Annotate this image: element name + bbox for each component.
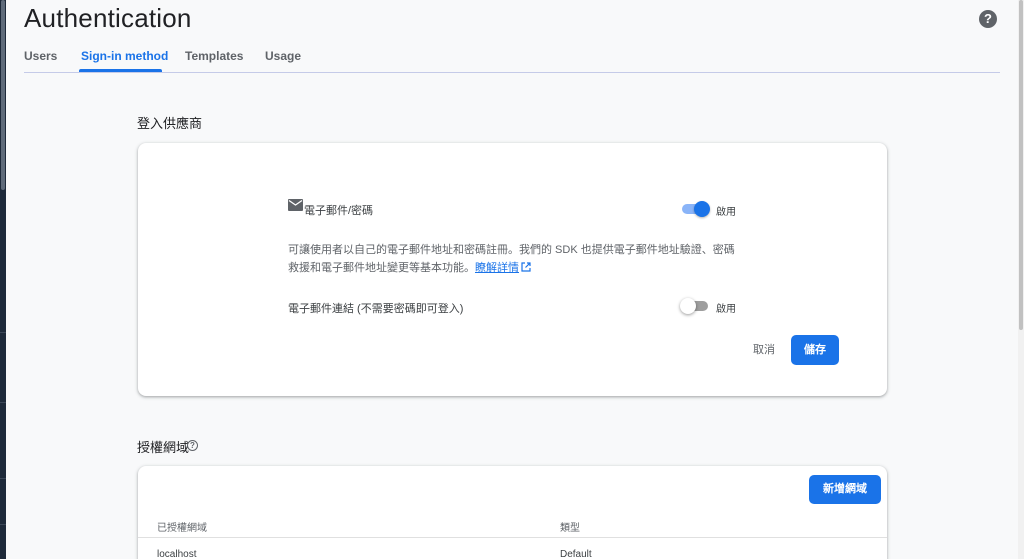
left-divider <box>0 478 6 479</box>
tab-sign-in-method[interactable]: Sign-in method <box>81 49 168 63</box>
email-link-toggle-label: 啟用 <box>716 304 736 315</box>
domains-section-title: 授權網域 <box>137 440 190 455</box>
domain-cell: localhost <box>157 549 197 559</box>
domains-card <box>138 466 887 559</box>
add-domain-button[interactable]: 新增網域 <box>809 475 881 504</box>
page-scrollbar-thumb[interactable] <box>1019 0 1023 330</box>
provider-description: 可讓使用者以自己的電子郵件地址和密碼註冊。我們的 SDK 也提供電子郵件地址驗證… <box>288 241 740 277</box>
help-circle-icon[interactable]: ? <box>187 440 198 451</box>
page-scrollbar[interactable] <box>1018 0 1024 559</box>
left-divider <box>0 402 6 403</box>
column-header-domain[interactable]: 已授權網域 <box>157 519 207 534</box>
learn-more-link[interactable]: 瞭解詳情 <box>475 262 519 274</box>
column-header-type[interactable]: 類型 <box>560 519 580 534</box>
toggle-knob <box>680 298 696 314</box>
providers-section-title: 登入供應商 <box>137 116 203 131</box>
active-tab-indicator <box>79 69 162 72</box>
type-cell: Default <box>560 549 592 559</box>
left-divider <box>0 524 6 525</box>
external-link-icon[interactable] <box>521 262 531 272</box>
email-password-toggle-label: 啟用 <box>716 207 736 218</box>
toggle-knob <box>694 201 710 217</box>
tab-users[interactable]: Users <box>24 49 57 63</box>
left-edge-panel <box>0 0 6 559</box>
table-header-divider <box>138 537 887 538</box>
left-scrollbar-thumb[interactable] <box>1 0 5 190</box>
mail-icon <box>288 199 303 211</box>
tab-usage[interactable]: Usage <box>265 49 301 63</box>
left-divider <box>0 332 6 333</box>
help-icon[interactable]: ? <box>979 10 997 28</box>
save-button[interactable]: 儲存 <box>791 335 839 365</box>
page-title: Authentication <box>24 3 192 33</box>
email-link-toggle[interactable] <box>680 298 710 314</box>
tab-templates[interactable]: Templates <box>185 49 243 63</box>
email-link-label: 電子郵件連結 (不需要密碼即可登入) <box>288 303 464 315</box>
cancel-button[interactable]: 取消 <box>745 339 783 361</box>
email-password-toggle[interactable] <box>680 201 710 217</box>
tab-bar: Users Sign-in method Templates Usage <box>24 40 1000 73</box>
provider-name-label: 電子郵件/密碼 <box>304 205 374 217</box>
